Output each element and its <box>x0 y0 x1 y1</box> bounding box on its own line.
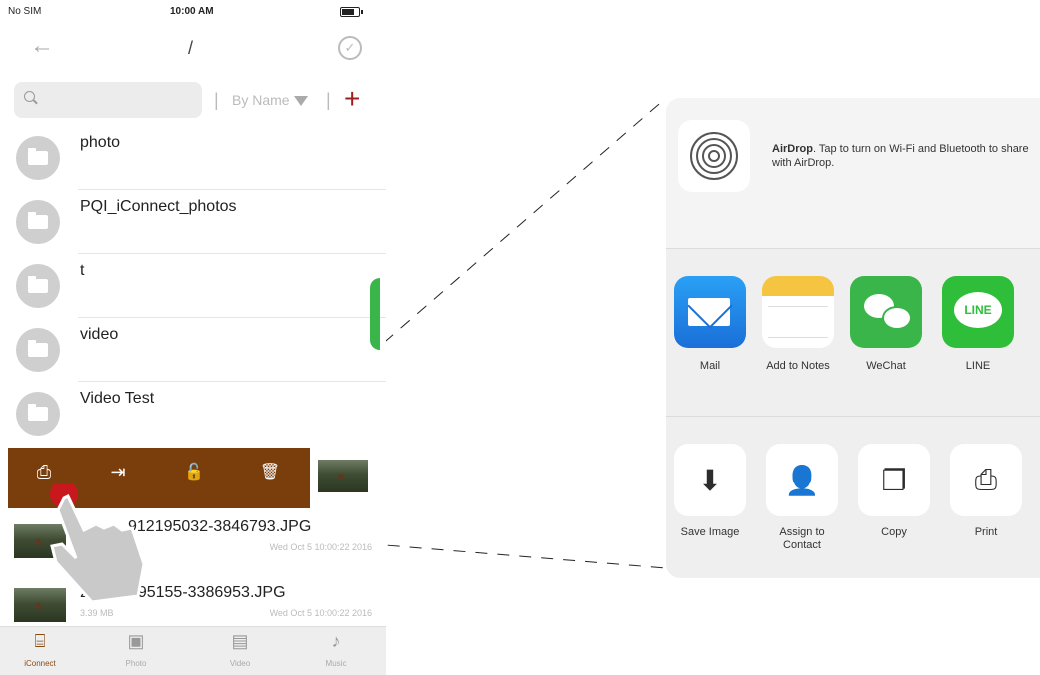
phone-screen: No SIM 10:00 AM ← / ✓ | By Name | + phot… <box>0 0 386 675</box>
file-size: 3.39 MB <box>80 608 114 618</box>
search-icon <box>24 91 35 102</box>
folder-row[interactable]: t <box>0 254 386 318</box>
photo-icon: ▣ <box>127 631 145 651</box>
share-icon[interactable]: ⎙ <box>28 462 60 483</box>
sort-dropdown[interactable]: By Name <box>232 92 308 108</box>
airdrop-description: AirDrop. Tap to turn on Wi-Fi and Blueto… <box>772 142 1032 170</box>
tab-music[interactable]: ♪ Music <box>306 631 366 671</box>
file-date: Wed Oct 5 10:00:22 2016 <box>269 542 372 552</box>
folder-row[interactable]: video <box>0 318 386 382</box>
app-label: LINE <box>965 360 991 372</box>
tab-video[interactable]: ▤ Video <box>210 631 270 671</box>
music-icon: ♪ <box>331 631 341 651</box>
folder-icon <box>16 200 60 244</box>
app-label: Mail <box>699 360 721 372</box>
status-bar: No SIM 10:00 AM <box>0 0 386 22</box>
folder-row[interactable]: photo <box>0 126 386 190</box>
carrier-label: No SIM <box>8 6 42 17</box>
clock: 10:00 AM <box>170 6 214 17</box>
action-label: Assign to Contact <box>779 526 825 551</box>
tab-label: iConnect <box>24 659 56 668</box>
mail-icon <box>674 276 746 348</box>
app-label: WeChat <box>866 360 906 372</box>
folder-icon <box>16 328 60 372</box>
folder-icon <box>16 392 60 436</box>
divider: | <box>214 90 219 110</box>
wechat-icon <box>850 276 922 348</box>
pointing-hand-icon <box>50 484 146 604</box>
action-save-image[interactable]: ⬇ Save Image <box>670 444 750 539</box>
notes-icon <box>762 276 834 348</box>
next-app-icon-partial[interactable] <box>370 278 380 350</box>
share-app-notes[interactable]: Add to Notes <box>758 276 838 372</box>
share-app-wechat[interactable]: WeChat <box>846 276 926 372</box>
share-app-mail[interactable]: Mail <box>670 276 750 372</box>
share-app-line[interactable]: LINE LINE <box>938 276 1018 372</box>
folder-name: Video Test <box>80 390 155 407</box>
copy-icon: ❐ <box>858 444 930 516</box>
folder-name: PQI_iConnect_photos <box>80 198 237 215</box>
line-icon: LINE <box>942 276 1014 348</box>
iconnect-icon: ⌸ <box>34 631 46 651</box>
back-arrow-icon[interactable]: ← <box>30 32 54 60</box>
action-label: Print <box>974 526 998 538</box>
folder-row[interactable]: PQI_iConnect_photos <box>0 190 386 254</box>
tab-bar: ⌸ iConnect ▣ Photo ▤ Video ♪ Music <box>0 626 386 675</box>
battery-icon <box>340 7 363 17</box>
folder-icon <box>16 136 60 180</box>
video-icon: ▤ <box>231 631 249 651</box>
action-print[interactable]: ⎙ Print <box>946 444 1026 539</box>
divider: | <box>326 90 331 110</box>
folder-name: t <box>80 262 85 279</box>
app-label: Add to Notes <box>766 360 830 372</box>
action-label: Save Image <box>680 526 740 538</box>
select-check-icon[interactable]: ✓ <box>338 36 362 60</box>
action-label: Copy <box>881 526 907 538</box>
contact-icon: 👤 <box>766 444 838 516</box>
lock-icon[interactable]: 🔓 <box>178 462 210 482</box>
folder-name: video <box>80 326 119 343</box>
tab-label: Video <box>229 659 251 668</box>
print-icon: ⎙ <box>950 444 1022 516</box>
file-date: Wed Oct 5 10:00:22 2016 <box>269 608 372 618</box>
folder-name: photo <box>80 134 121 151</box>
action-assign-contact[interactable]: 👤 Assign to Contact <box>762 444 842 552</box>
tab-label: Music <box>325 659 347 668</box>
tab-photo[interactable]: ▣ Photo <box>106 631 166 671</box>
folder-row[interactable]: Video Test <box>0 382 386 446</box>
file-thumbnail <box>318 460 368 492</box>
save-image-icon: ⬇ <box>674 444 746 516</box>
tab-iconnect[interactable]: ⌸ iConnect <box>10 631 70 671</box>
caret-down-icon <box>293 96 308 107</box>
folder-icon <box>16 264 60 308</box>
airdrop-title: AirDrop <box>772 143 813 155</box>
search-field[interactable] <box>14 82 202 118</box>
airdrop-icon <box>678 120 750 192</box>
line-badge: LINE <box>954 292 1002 328</box>
action-copy[interactable]: ❐ Copy <box>854 444 934 539</box>
trash-icon[interactable]: 🗑 <box>254 462 286 482</box>
move-icon[interactable]: ⇥ <box>102 462 134 483</box>
airdrop-section[interactable]: AirDrop. Tap to turn on Wi-Fi and Blueto… <box>666 98 1040 248</box>
share-sheet: AirDrop. Tap to turn on Wi-Fi and Blueto… <box>666 98 1040 578</box>
search-row: | By Name | + <box>0 82 386 118</box>
search-input[interactable] <box>42 88 196 112</box>
page-title: / <box>188 38 194 58</box>
tab-label: Photo <box>125 659 147 668</box>
add-button[interactable]: + <box>344 84 360 114</box>
sort-label: By Name <box>232 92 290 108</box>
nav-bar: ← / ✓ <box>0 28 386 68</box>
